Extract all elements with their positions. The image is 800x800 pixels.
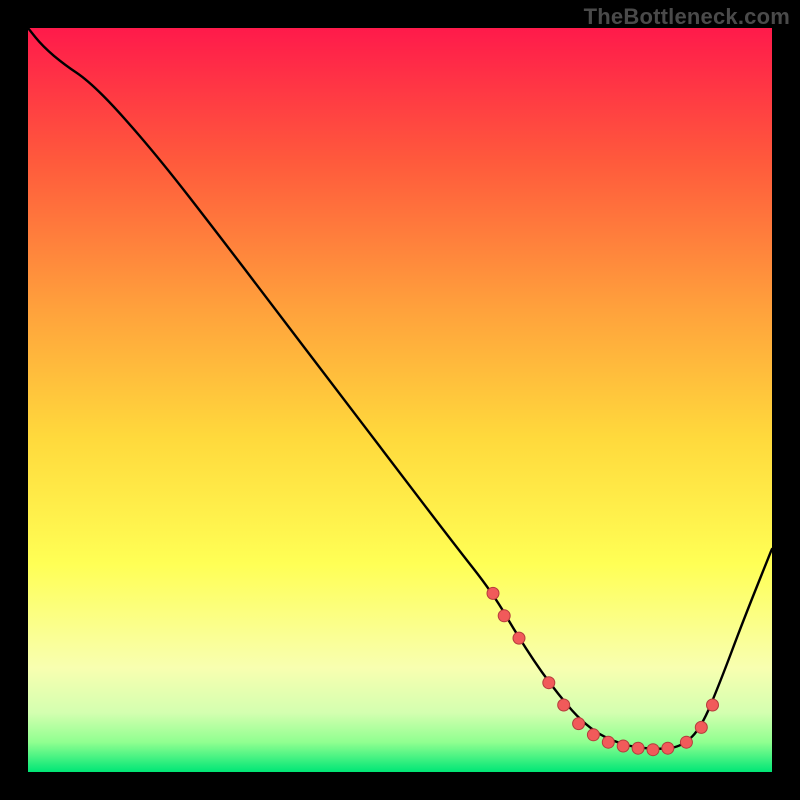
highlight-dot: [707, 699, 719, 711]
gradient-background: [28, 28, 772, 772]
highlight-dot: [680, 736, 692, 748]
chart-frame: TheBottleneck.com: [0, 0, 800, 800]
highlight-dot: [632, 742, 644, 754]
highlight-dot: [573, 718, 585, 730]
highlight-dot: [695, 721, 707, 733]
highlight-dot: [602, 736, 614, 748]
highlight-dot: [558, 699, 570, 711]
highlight-dot: [662, 742, 674, 754]
plot-area: [28, 28, 772, 772]
highlight-dot: [513, 632, 525, 644]
highlight-dot: [487, 587, 499, 599]
highlight-dot: [617, 740, 629, 752]
highlight-dot: [647, 744, 659, 756]
watermark-text: TheBottleneck.com: [584, 4, 790, 30]
chart-svg: [28, 28, 772, 772]
highlight-dot: [587, 729, 599, 741]
highlight-dot: [498, 610, 510, 622]
highlight-dot: [543, 677, 555, 689]
